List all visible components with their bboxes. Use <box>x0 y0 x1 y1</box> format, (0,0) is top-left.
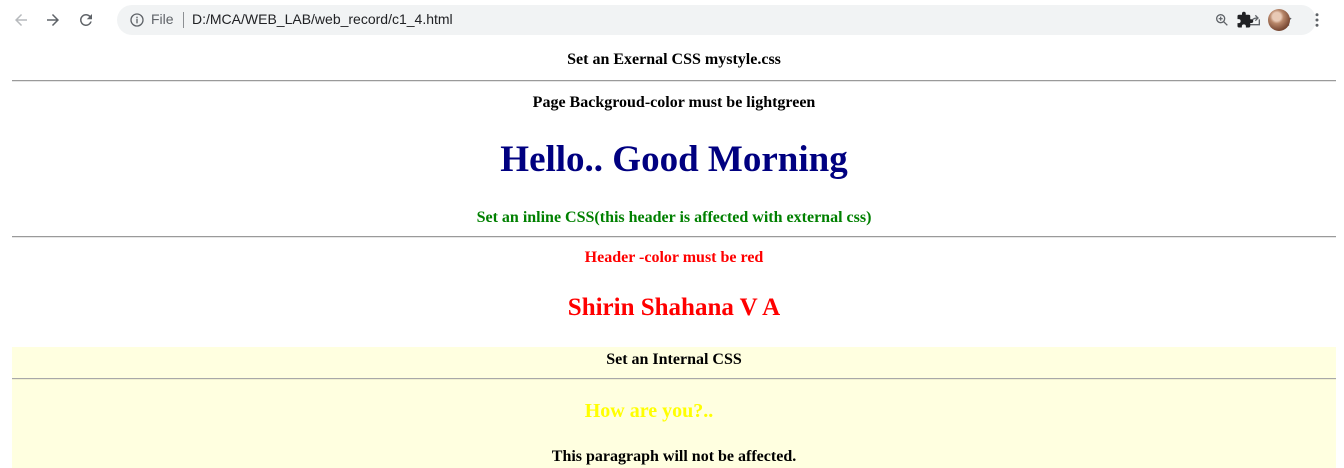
reload-icon[interactable] <box>73 7 99 33</box>
zoom-icon[interactable] <box>1214 12 1230 28</box>
profile-avatar[interactable] <box>1268 9 1290 31</box>
inline-css-heading: Set an inline CSS(this header is affecte… <box>476 209 872 226</box>
scheme-label: File <box>151 11 174 27</box>
header-color-note: Header -color must be red <box>584 249 764 266</box>
unaffected-paragraph: This paragraph will not be affected. <box>551 448 797 465</box>
info-icon[interactable] <box>129 12 145 28</box>
horizontal-rule <box>12 236 1336 238</box>
url-text[interactable]: D:/MCA/WEB_LAB/web_record/c1_4.html <box>192 11 453 27</box>
back-arrow-icon[interactable] <box>8 7 34 33</box>
greeting-heading: Hello.. Good Morning <box>500 139 848 180</box>
more-menu-icon[interactable] <box>1308 11 1326 29</box>
extensions-icon[interactable] <box>1236 11 1254 29</box>
address-bar[interactable]: File D:/MCA/WEB_LAB/web_record/c1_4.html <box>117 5 1316 35</box>
horizontal-rule <box>12 80 1336 82</box>
internal-css-heading: Set an Internal CSS <box>606 351 742 368</box>
forward-arrow-icon[interactable] <box>40 7 66 33</box>
page-content: Set an Exernal CSS mystyle.css Page Back… <box>0 40 1344 468</box>
internal-css-section: Set an Internal CSS How are you?.. This … <box>12 347 1336 468</box>
external-css-heading: Set an Exernal CSS mystyle.css <box>567 51 781 68</box>
omnibox-divider <box>183 12 184 28</box>
background-note: Page Backgroud-color must be lightgreen <box>532 94 816 111</box>
horizontal-rule <box>12 378 1336 380</box>
author-name: Shirin Shahana V A <box>567 294 781 321</box>
browser-toolbar: File D:/MCA/WEB_LAB/web_record/c1_4.html <box>0 0 1344 40</box>
how-are-you-heading: How are you?.. <box>584 400 714 422</box>
